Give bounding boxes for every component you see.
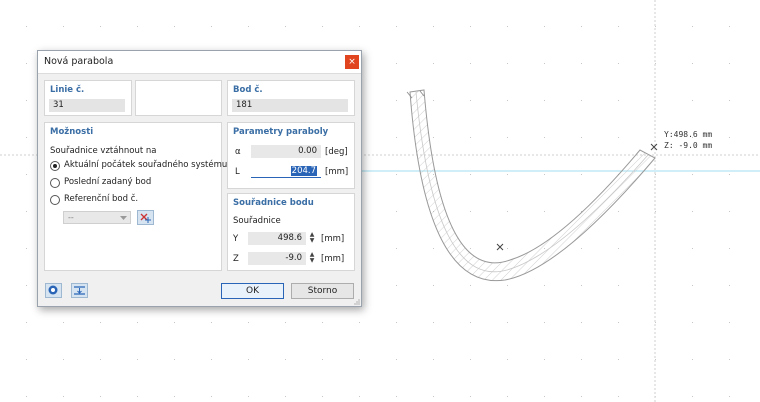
point-number-field[interactable]: 181 (232, 99, 348, 112)
coords-subtitle: Souřadnice (233, 216, 281, 226)
y-input[interactable]: 498.6 (248, 232, 306, 245)
dropdown-arrow-icon (120, 216, 127, 220)
cancel-button[interactable]: Storno (291, 283, 354, 299)
empty-panel (135, 80, 222, 116)
cursor-readout-y: Y:498.6 mm (664, 130, 713, 139)
alpha-input[interactable]: 0.00 (251, 145, 321, 158)
line-number-title: Linie č. (50, 85, 85, 95)
radio-last-point-label[interactable]: Poslední zadaný bod (64, 177, 151, 187)
z-unit: [mm] (321, 254, 345, 264)
z-spinner[interactable]: ▲ ▼ (308, 252, 316, 265)
info-button[interactable] (45, 283, 62, 298)
z-label: Z (233, 254, 239, 264)
radio-last-point[interactable] (50, 178, 60, 188)
pick-point-icon (140, 213, 151, 223)
parabola-params-title: Parametry paraboly (233, 127, 329, 137)
y-label: Y (233, 234, 239, 244)
point-coords-panel: Souřadnice bodu Souřadnice Y 498.6 ▲ ▼ [m… (227, 193, 355, 271)
snap-icon (74, 286, 85, 295)
y-unit: [mm] (321, 234, 345, 244)
parabola-params-panel: Parametry paraboly α 0.00 [deg] L 204.7 … (227, 122, 355, 189)
alpha-label: α (235, 147, 241, 157)
close-button[interactable]: × (345, 55, 359, 69)
resize-grip-icon[interactable] (354, 299, 360, 305)
relate-to-label: Souřadnice vztáhnout na (50, 146, 157, 156)
length-input[interactable]: 204.7 (251, 165, 321, 178)
point-number-panel: Bod č. 181 (227, 80, 355, 116)
radio-current-origin-label[interactable]: Aktuální počátek souřadného systému (64, 160, 227, 170)
reference-point-combo[interactable]: -- (63, 211, 131, 224)
snap-button[interactable] (71, 283, 88, 298)
dialog-title: Nová parabola (44, 56, 114, 67)
radio-reference-point[interactable] (50, 195, 60, 205)
radio-current-origin[interactable] (50, 161, 60, 171)
pick-point-button[interactable] (137, 210, 154, 225)
radio-reference-point-label[interactable]: Referenční bod č. (64, 194, 138, 204)
y-spinner[interactable]: ▲ ▼ (308, 232, 316, 245)
close-icon: × (348, 57, 356, 67)
ok-button[interactable]: OK (221, 283, 284, 299)
options-panel: Možnosti Souřadnice vztáhnout na Aktuáln… (44, 122, 227, 271)
reference-point-value: -- (68, 213, 74, 222)
line-number-panel: Linie č. 31 (44, 80, 132, 116)
length-unit: [mm] (325, 167, 349, 177)
dialog-titlebar[interactable]: Nová parabola × (38, 51, 361, 74)
options-title: Možnosti (50, 127, 94, 137)
length-value: 204.7 (290, 166, 317, 176)
new-parabola-dialog: Nová parabola × Linie č. 31 Bod č. 181 M… (37, 50, 362, 307)
line-number-field[interactable]: 31 (49, 99, 125, 112)
info-icon (48, 285, 58, 295)
length-label: L (235, 167, 240, 177)
point-coords-title: Souřadnice bodu (233, 198, 314, 208)
z-input[interactable]: -9.0 (248, 252, 306, 265)
cursor-readout-z: Z: -9.0 mm (664, 141, 713, 150)
point-number-title: Bod č. (233, 85, 263, 95)
alpha-unit: [deg] (325, 147, 348, 157)
